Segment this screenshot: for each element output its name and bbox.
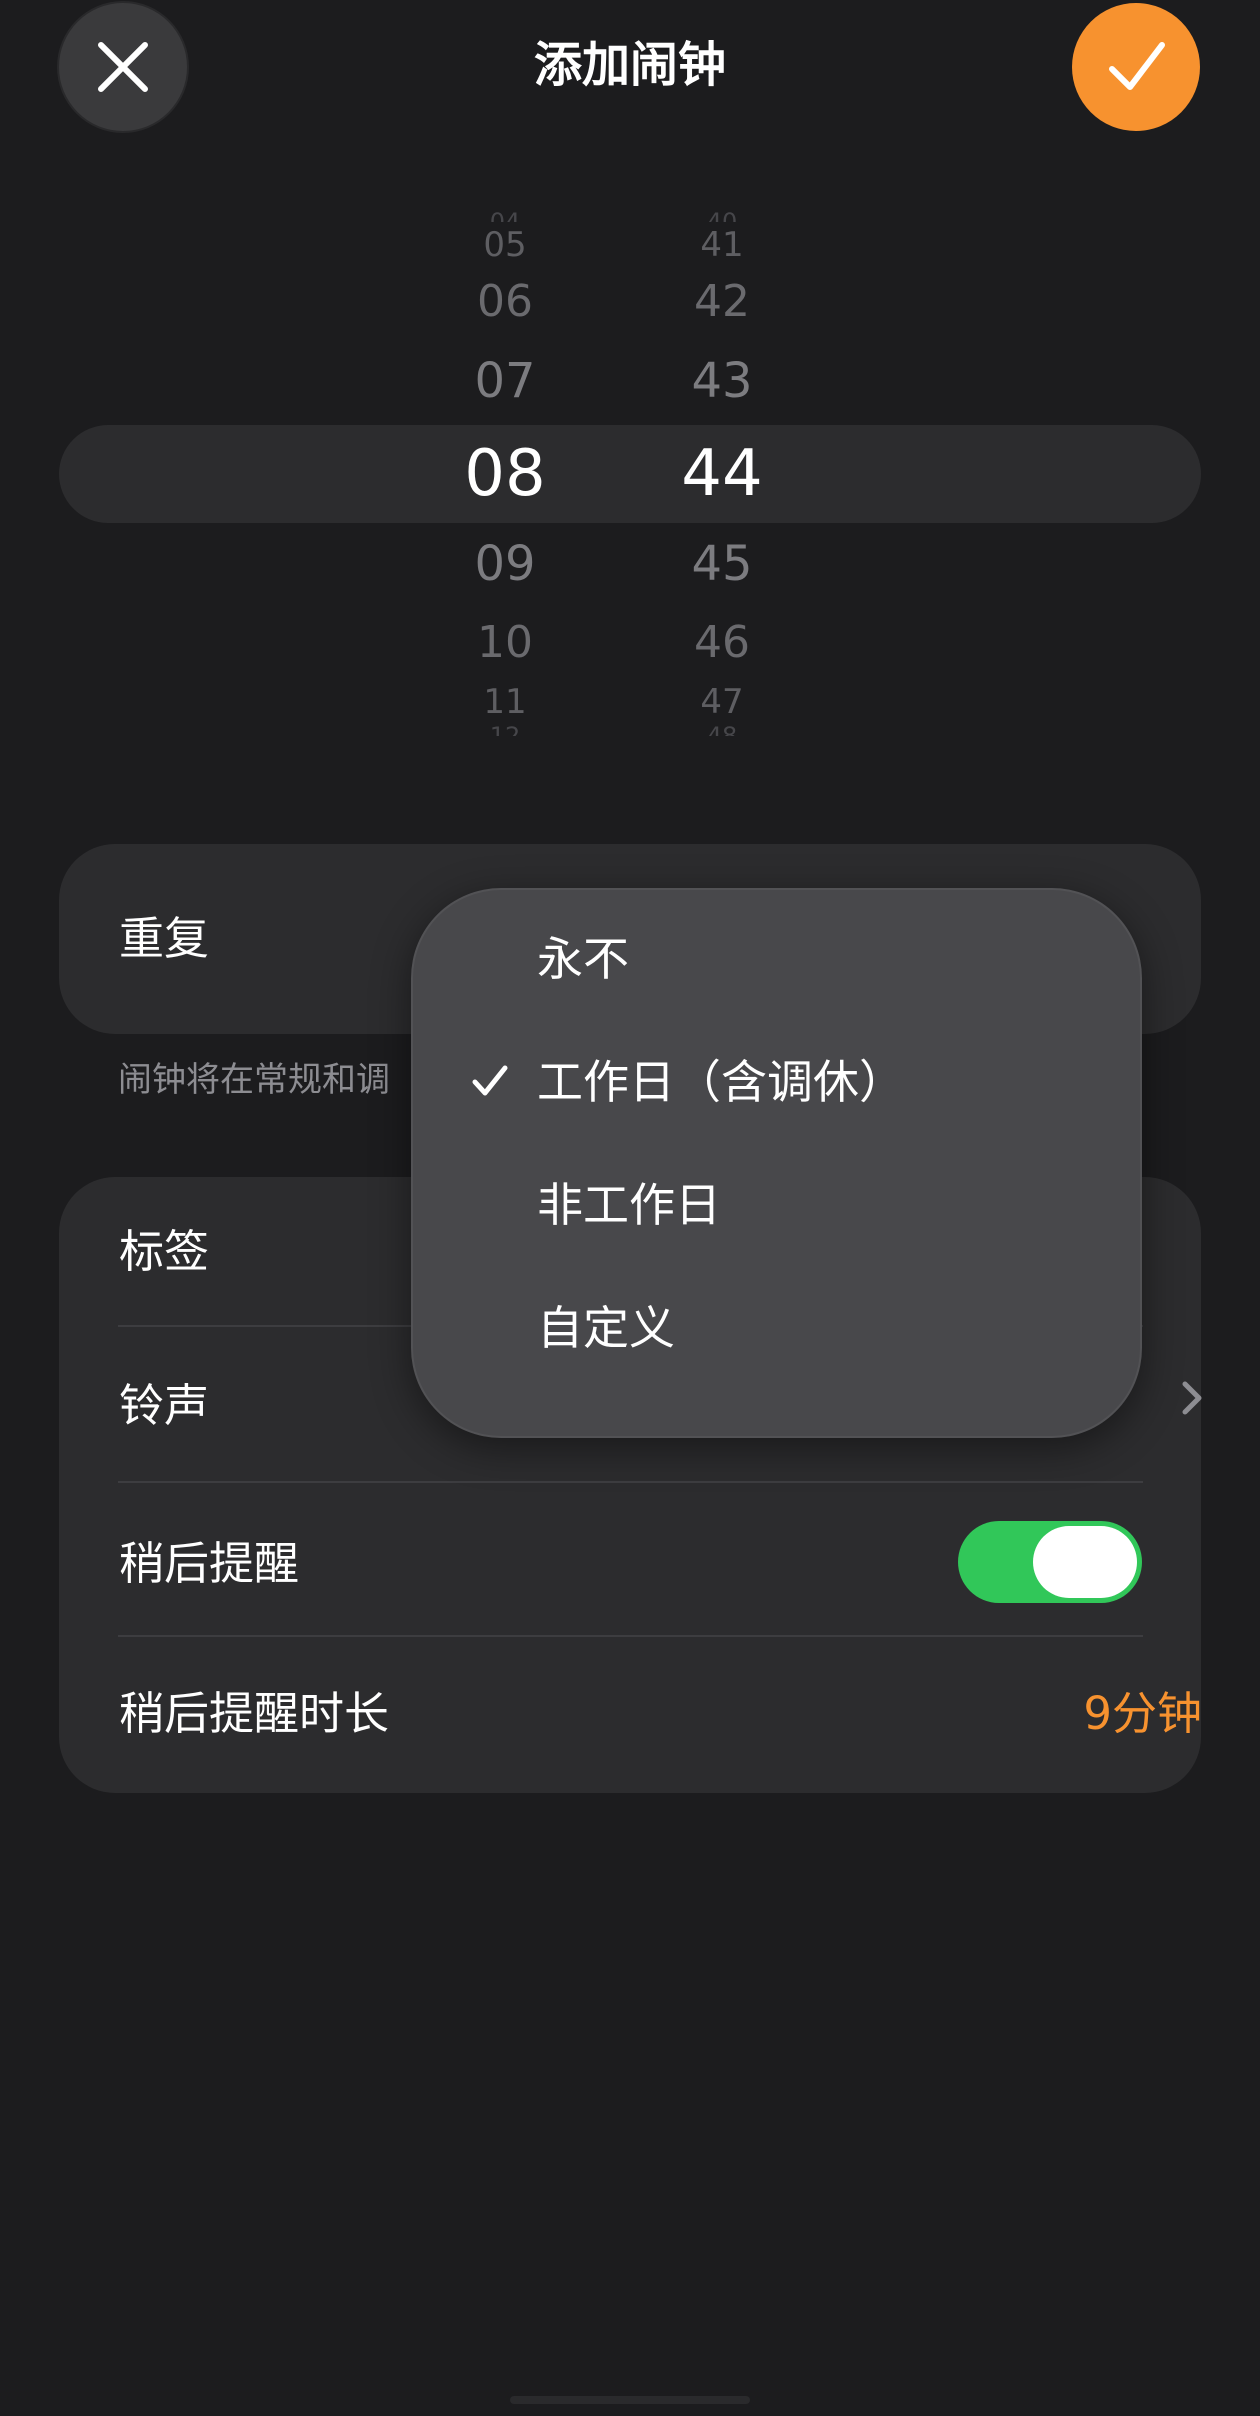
- minute-option[interactable]: 41: [632, 228, 812, 262]
- chevron-right-icon: [1182, 1381, 1202, 1415]
- page-title: 添加闹钟: [533, 37, 726, 93]
- repeat-menu: 永不 工作日（含调休） 非工作日 自定义: [411, 888, 1142, 1438]
- minute-selected[interactable]: 44: [632, 442, 812, 506]
- minute-option[interactable]: 48: [632, 724, 812, 736]
- toggle-knob: [1033, 1526, 1137, 1598]
- snooze-toggle[interactable]: [958, 1521, 1142, 1603]
- home-indicator[interactable]: [510, 2396, 750, 2404]
- minute-option[interactable]: 46: [632, 621, 812, 665]
- menu-item-label: 工作日（含调休）: [537, 1055, 905, 1109]
- close-button[interactable]: [59, 3, 187, 131]
- ringtone-row[interactable]: 铃声: [119, 1376, 209, 1436]
- hour-option[interactable]: 09: [415, 540, 595, 588]
- hour-option[interactable]: 07: [415, 357, 595, 405]
- menu-item-label: 非工作日: [537, 1178, 721, 1232]
- checkmark-icon: [472, 1065, 508, 1096]
- minute-option[interactable]: 42: [632, 280, 812, 324]
- menu-item-workdays[interactable]: 工作日（含调休）: [411, 1022, 1142, 1142]
- snooze-duration-row[interactable]: 稍后提醒时长: [119, 1684, 389, 1744]
- repeat-label: 重复: [119, 912, 210, 965]
- hour-option[interactable]: 11: [415, 685, 595, 719]
- minute-option[interactable]: 40: [632, 210, 812, 222]
- hour-option[interactable]: 05: [415, 228, 595, 262]
- menu-item-label: 自定义: [537, 1301, 675, 1355]
- hour-selected[interactable]: 08: [415, 442, 595, 506]
- add-alarm-screen: 添加闹钟 04 05 06 07 08 09 10 11 12 40 41 42…: [0, 0, 1260, 2416]
- divider: [118, 1481, 1143, 1483]
- minute-option[interactable]: 47: [632, 685, 812, 719]
- menu-item-custom[interactable]: 自定义: [411, 1268, 1142, 1388]
- hour-option[interactable]: 10: [415, 621, 595, 665]
- snooze-row: 稍后提醒: [119, 1537, 300, 1590]
- close-icon: [98, 42, 148, 92]
- hour-option[interactable]: 12: [415, 724, 595, 736]
- confirm-button[interactable]: [1072, 3, 1200, 131]
- minute-option[interactable]: 45: [632, 540, 812, 588]
- picker-selection-band: [59, 425, 1201, 523]
- snooze-duration-value[interactable]: 9分钟: [1083, 1684, 1202, 1744]
- divider: [118, 1635, 1143, 1637]
- hour-option[interactable]: 06: [415, 280, 595, 324]
- menu-item-label: 永不: [537, 932, 629, 986]
- label-row[interactable]: 标签: [119, 1222, 209, 1282]
- hour-option[interactable]: 04: [415, 210, 595, 222]
- repeat-note: 闹钟将在常规和调: [118, 1060, 390, 1100]
- checkmark-icon: [1109, 42, 1165, 90]
- menu-item-non-workdays[interactable]: 非工作日: [411, 1145, 1142, 1265]
- menu-item-never[interactable]: 永不: [411, 899, 1142, 1019]
- minute-option[interactable]: 43: [632, 357, 812, 405]
